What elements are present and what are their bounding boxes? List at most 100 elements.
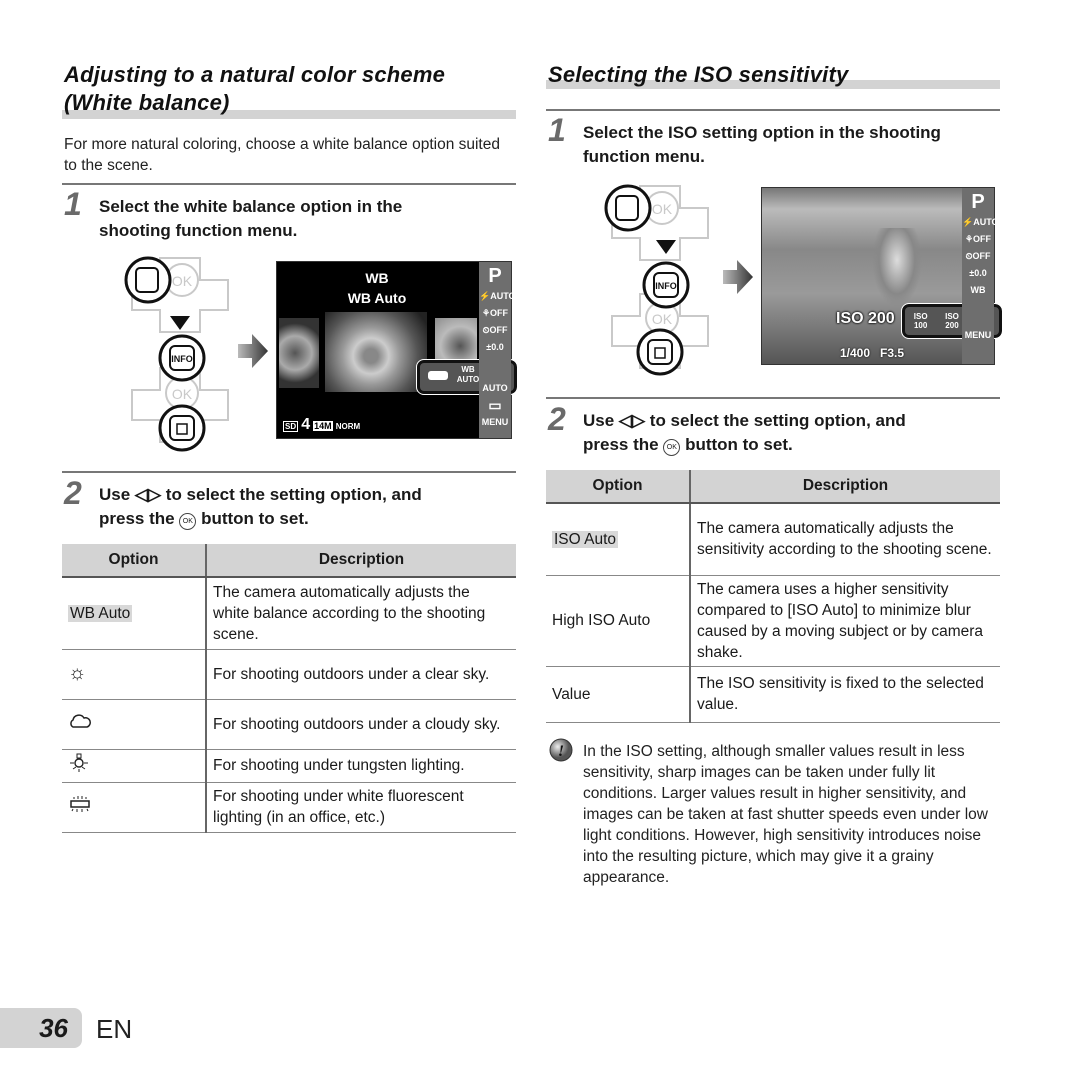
- language-code: EN: [96, 1014, 133, 1044]
- table-row: For shooting outdoors under a cloudy sky…: [62, 699, 516, 750]
- iso-option-200[interactable]: ISO 200: [945, 312, 959, 330]
- iso-auto: AUTO: [482, 383, 508, 393]
- sunny-icon: ☼: [68, 662, 87, 684]
- cloudy-icon: [70, 714, 91, 728]
- svg-text:OK: OK: [172, 386, 193, 402]
- flash-auto: ⚡AUTO: [479, 291, 516, 301]
- ok-button-icon: OK: [663, 439, 681, 456]
- text: press the: [99, 509, 175, 528]
- label: ISO: [913, 312, 928, 321]
- value: 100: [913, 321, 928, 330]
- screen-title: WB: [365, 270, 389, 286]
- step-2-line-2: press the OK button to set.: [583, 433, 1003, 457]
- image-size: 14M: [313, 421, 333, 431]
- step-2-line-1: Use ◁▷ to select the setting option, and: [583, 411, 906, 430]
- tungsten-icon: [70, 753, 88, 772]
- self-timer-off: ⏲OFF: [482, 325, 508, 335]
- section-title-white-balance: Adjusting to a natural color scheme (Whi…: [64, 61, 524, 117]
- ok-button-icon: OK: [179, 513, 197, 530]
- option-cell: [62, 782, 207, 833]
- description-cell: The camera uses a higher sensitivity com…: [690, 575, 1000, 667]
- step-number: 2: [64, 475, 82, 511]
- description-cell: For shooting under white fluorescent lig…: [206, 782, 516, 833]
- option-high-iso-auto: High ISO Auto: [546, 575, 691, 667]
- svg-text:OK: OK: [652, 201, 673, 217]
- table-row: ISO Auto The camera automatically adjust…: [546, 503, 1000, 576]
- page-number: 36: [39, 1013, 68, 1043]
- mode-label: P: [971, 191, 985, 213]
- image-size-icon: ▭: [488, 397, 502, 413]
- description-cell: The camera automatically adjusts the whi…: [206, 577, 516, 650]
- description-cell: For shooting outdoors under a cloudy sky…: [206, 699, 516, 750]
- camera-screen-wb: WB WB Auto WBAUTO ☼ P ⚡AUTO ⚘OFF ⏲OFF ±0…: [276, 261, 518, 439]
- step-number: 2: [548, 401, 566, 437]
- table-row: High ISO Auto The camera uses a higher s…: [546, 575, 1000, 667]
- flash-auto: ⚡AUTO: [962, 217, 999, 227]
- step-1-text: Select the ISO setting option in the sho…: [583, 123, 941, 166]
- iso-current-label: ISO 200: [836, 310, 895, 327]
- shots-remaining: 4: [301, 416, 311, 433]
- intro-text: For more natural coloring, choose a whit…: [64, 136, 500, 174]
- aperture: F3.5: [880, 346, 905, 360]
- iso-options-table: Option Description ISO Auto The camera a…: [546, 470, 1000, 723]
- option-iso-auto: ISO Auto: [552, 530, 619, 548]
- step-2-line-1: Use ◁▷ to select the setting option, and: [99, 485, 422, 504]
- table-row: For shooting under tungsten lighting.: [62, 749, 516, 783]
- fluorescent-icon: [70, 796, 90, 812]
- option-value: Value: [546, 666, 691, 723]
- self-timer-off: ⏲OFF: [965, 251, 991, 261]
- description-cell: For shooting under tungsten lighting.: [206, 749, 516, 783]
- menu-label: MENU: [964, 330, 992, 340]
- info-button-label: INFO: [171, 354, 193, 364]
- camera-screen-iso: ISO 200 ISO100 ISO200 ISO400 1/400 F3.5 …: [761, 187, 1003, 365]
- button-diagram: OK OK INFO: [604, 184, 709, 376]
- header-description: Description: [690, 470, 1000, 504]
- label: ISO: [945, 312, 959, 321]
- value: 200: [945, 321, 959, 330]
- text: button to set.: [201, 509, 309, 528]
- text: press the: [583, 435, 659, 454]
- wb-auto-option: WB AUTO: [456, 365, 480, 384]
- exposure-comp: ±0.0: [969, 268, 987, 278]
- exposure-comp: ±0.0: [486, 342, 504, 352]
- option-cell: ISO Auto: [546, 503, 691, 576]
- step-2-text: Use ◁▷ to select the setting option, and…: [583, 409, 1003, 457]
- section-title-iso: Selecting the ISO sensitivity: [548, 62, 849, 87]
- title-line-1: Adjusting to a natural color scheme: [64, 62, 446, 87]
- description-cell: For shooting outdoors under a clear sky.: [206, 649, 516, 700]
- divider: [62, 471, 516, 473]
- fluorescent-icon: [428, 371, 448, 380]
- caution-icon: !: [549, 738, 573, 762]
- option-cell: WB Auto: [62, 577, 207, 650]
- step-number: 1: [64, 186, 82, 222]
- table-row: ☼ For shooting outdoors under a clear sk…: [62, 649, 516, 700]
- header-option: Option: [62, 544, 207, 578]
- description-cell: The ISO sensitivity is fixed to the sele…: [690, 666, 1000, 723]
- macro-off: ⚘OFF: [964, 234, 992, 244]
- table-row: WB Auto The camera automatically adjusts…: [62, 577, 516, 650]
- arrow-right-icon: [238, 334, 268, 368]
- preview-thumb-left: [279, 318, 319, 388]
- header-description: Description: [206, 544, 516, 578]
- table-header: Option Description: [546, 470, 1000, 504]
- mode-label: P: [488, 265, 502, 287]
- exposure-readout: 1/400 F3.5: [840, 346, 904, 360]
- shutter-speed: 1/400: [840, 346, 871, 360]
- table-row: Value The ISO sensitivity is fixed to th…: [546, 666, 1000, 723]
- option-wb-auto: WB Auto: [68, 604, 133, 622]
- preview-thumb-center: [325, 312, 427, 392]
- svg-text:OK: OK: [172, 273, 193, 289]
- screen-sidebar: P ⚡AUTO ⚘OFF ⏲OFF ±0.0 WB MENU: [962, 188, 999, 364]
- step-1-text: Select the white balance option in the s…: [99, 197, 403, 240]
- screen-status-bar: SD 4 14M NORM: [283, 416, 360, 434]
- iso-option-100[interactable]: ISO 100: [914, 312, 928, 330]
- wb-options-table: Option Description WB Auto The camera au…: [62, 544, 516, 833]
- description-cell: The camera automatically adjusts the sen…: [690, 503, 1000, 576]
- step-2-line-2: press the OK button to set.: [99, 507, 519, 531]
- text: button to set.: [685, 435, 793, 454]
- step-2-text: Use ◁▷ to select the setting option, and…: [99, 483, 519, 531]
- caution-note: In the ISO setting, although smaller val…: [583, 743, 988, 886]
- header-option: Option: [546, 470, 691, 504]
- step-number: 1: [548, 112, 566, 148]
- option-cell: [62, 699, 207, 750]
